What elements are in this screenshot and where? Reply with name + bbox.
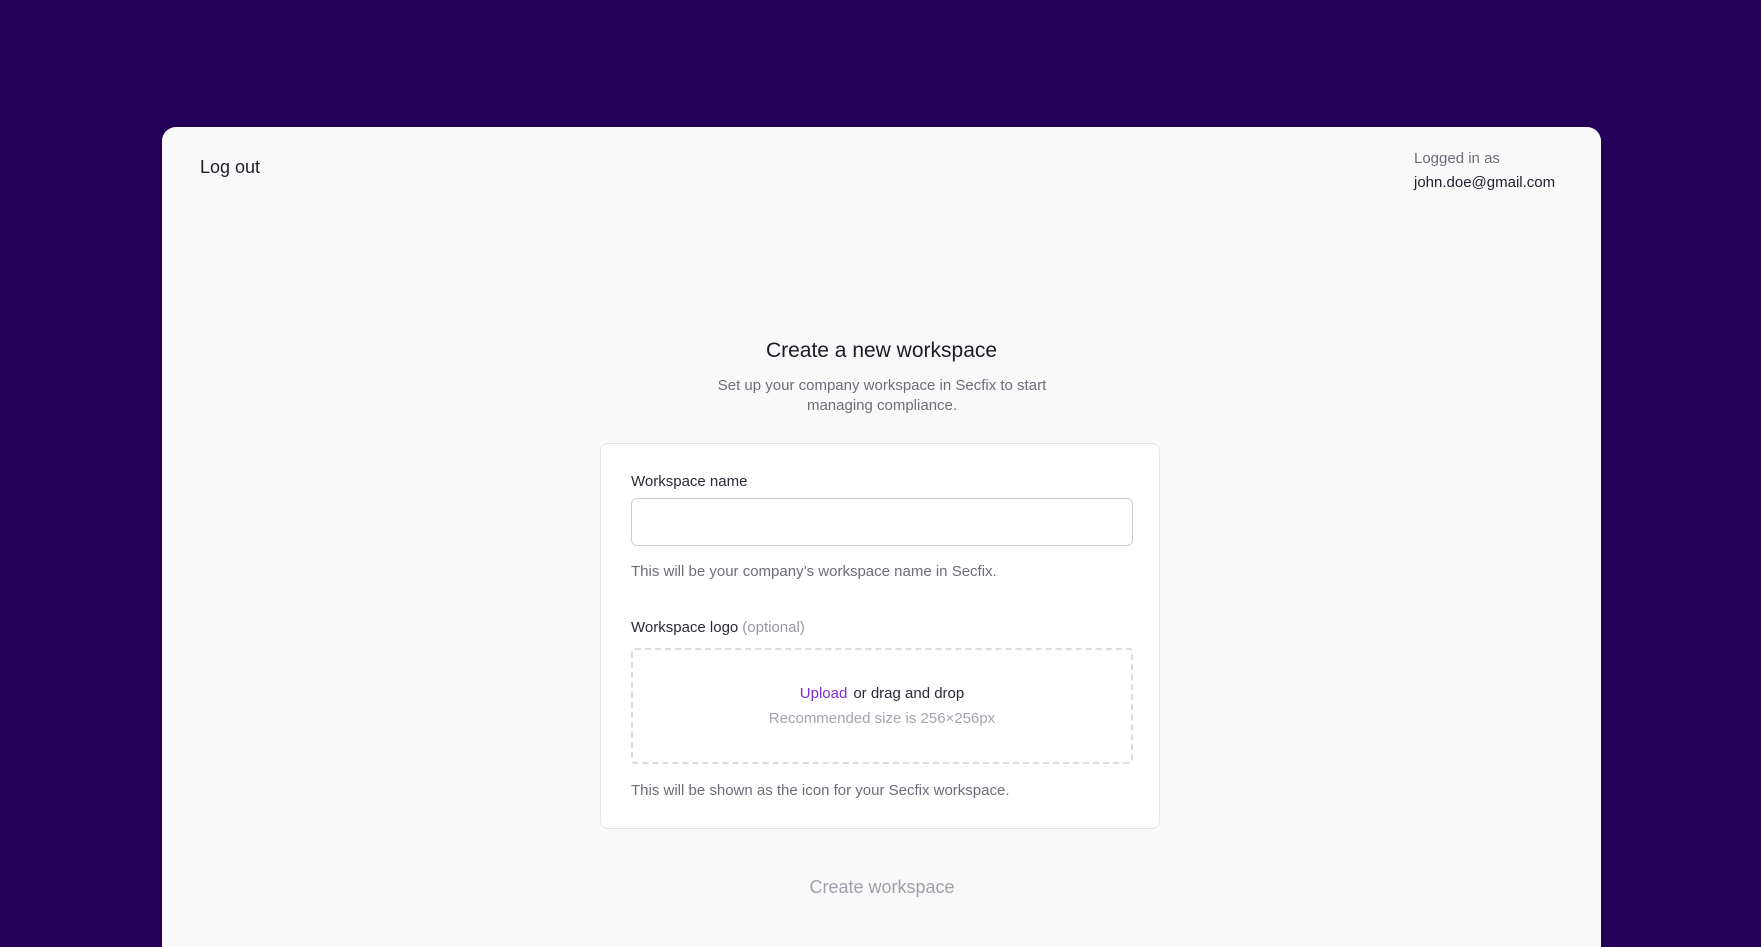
logout-button[interactable]: Log out bbox=[200, 157, 260, 178]
workspace-name-hint: This will be your company’s workspace na… bbox=[631, 563, 997, 580]
workspace-logo-label-row: Workspace logo (optional) bbox=[631, 619, 805, 636]
user-info: Logged in as john.doe@gmail.com bbox=[1414, 147, 1555, 195]
main-panel: Log out Logged in as john.doe@gmail.com … bbox=[162, 127, 1601, 947]
recommended-size-text: Recommended size is 256×256px bbox=[768, 710, 996, 727]
page-subtitle: Set up your company workspace in Secfix … bbox=[717, 377, 1047, 414]
optional-tag: (optional) bbox=[742, 619, 805, 636]
upload-link[interactable]: Upload bbox=[800, 685, 848, 702]
dropzone-instructions: Upload or drag and drop bbox=[633, 685, 1131, 702]
user-email: john.doe@gmail.com bbox=[1414, 174, 1556, 191]
workspace-logo-label: Workspace logo bbox=[631, 619, 739, 636]
create-workspace-button[interactable]: Create workspace bbox=[782, 871, 982, 903]
workspace-name-label: Workspace name bbox=[631, 473, 748, 490]
logo-dropzone[interactable]: Upload or drag and drop Recommended size … bbox=[631, 648, 1133, 764]
workspace-form-card: Workspace name This will be your company… bbox=[600, 443, 1160, 829]
page-title: Create a new workspace bbox=[765, 339, 998, 362]
workspace-name-input[interactable] bbox=[631, 498, 1133, 546]
drag-drop-text: or drag and drop bbox=[853, 685, 965, 702]
workspace-logo-hint: This will be shown as the icon for your … bbox=[631, 782, 1010, 799]
logged-in-label: Logged in as bbox=[1414, 150, 1500, 167]
